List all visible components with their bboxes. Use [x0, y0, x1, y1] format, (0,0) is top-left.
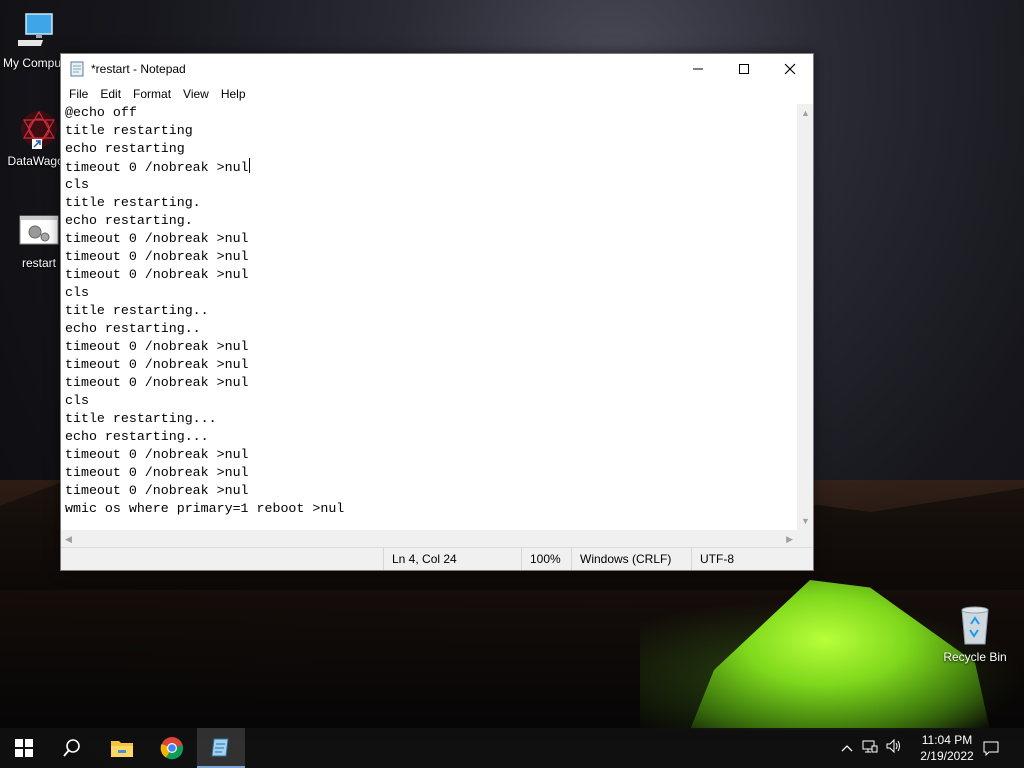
show-hidden-icons-icon[interactable] — [836, 739, 858, 757]
taskbar-file-explorer[interactable] — [98, 728, 146, 768]
code-line: echo restarting — [65, 141, 185, 156]
code-line: title restarting.. — [65, 303, 209, 318]
status-line-ending: Windows (CRLF) — [571, 548, 690, 570]
system-tray — [836, 728, 906, 768]
close-button[interactable] — [767, 54, 813, 84]
code-line: timeout 0 /nobreak >nul — [65, 339, 249, 354]
network-icon[interactable] — [858, 739, 882, 758]
menu-file[interactable]: File — [63, 87, 94, 101]
code-line: title restarting... — [65, 411, 217, 426]
menu-help[interactable]: Help — [215, 87, 252, 101]
text-caret — [248, 158, 250, 173]
code-line: timeout 0 /nobreak >nul — [65, 357, 249, 372]
close-icon — [784, 63, 796, 75]
code-line: timeout 0 /nobreak >nul — [65, 267, 249, 282]
notepad-icon — [69, 61, 85, 77]
code-line: cls — [65, 177, 89, 192]
desktop-icon-label: Recycle Bin — [943, 650, 1007, 664]
windows-start-icon — [15, 739, 33, 757]
menu-edit[interactable]: Edit — [94, 87, 127, 101]
horizontal-scrollbar[interactable]: ◀ ▶ — [61, 530, 797, 548]
status-bar: Ln 4, Col 24 100% Windows (CRLF) UTF-8 — [61, 547, 813, 570]
code-line: timeout 0 /nobreak >nul — [65, 465, 249, 480]
vertical-scrollbar[interactable]: ▲ ▼ — [797, 104, 813, 530]
code-line: @echo off — [65, 105, 137, 120]
scroll-left-arrow-icon[interactable]: ◀ — [65, 534, 72, 545]
maximize-button[interactable] — [721, 54, 767, 84]
code-line: echo restarting. — [65, 213, 193, 228]
minimize-icon — [693, 68, 703, 70]
menu-bar: File Edit Format View Help — [61, 84, 813, 104]
action-center-icon — [983, 741, 999, 756]
menu-view[interactable]: View — [177, 87, 215, 101]
start-button[interactable] — [0, 728, 48, 768]
datawagon-icon — [18, 108, 60, 150]
computer-icon — [14, 10, 60, 52]
scroll-right-arrow-icon[interactable]: ▶ — [786, 534, 793, 545]
code-line: echo restarting... — [65, 429, 209, 444]
status-encoding: UTF-8 — [691, 548, 810, 570]
text-editor[interactable]: @echo off title restarting echo restarti… — [61, 104, 797, 530]
desktop-icon-recycle-bin[interactable]: Recycle Bin — [936, 604, 1014, 664]
menu-format[interactable]: Format — [127, 87, 177, 101]
code-line: wmic os where primary=1 reboot >nul — [65, 501, 345, 516]
taskbar-notepad[interactable] — [197, 728, 245, 768]
notepad-icon — [211, 738, 229, 757]
chrome-icon — [160, 737, 184, 760]
minimize-button[interactable] — [675, 54, 721, 84]
code-line: timeout 0 /nobreak >nul — [65, 483, 249, 498]
code-line: timeout 0 /nobreak >nul — [65, 249, 249, 264]
scroll-down-arrow-icon[interactable]: ▼ — [801, 516, 810, 526]
window-title: *restart - Notepad — [91, 62, 186, 76]
status-zoom: 100% — [521, 548, 570, 570]
code-line: title restarting — [65, 123, 193, 138]
code-line: title restarting. — [65, 195, 201, 210]
search-icon — [63, 739, 80, 757]
title-bar[interactable]: *restart - Notepad — [61, 54, 813, 84]
notepad-window[interactable]: *restart - Notepad File Edit Format View… — [60, 53, 814, 571]
code-line-with-caret: timeout 0 /nobreak >nul — [65, 158, 797, 176]
code-line: timeout 0 /nobreak >nul — [65, 375, 249, 390]
file-explorer-icon — [111, 741, 133, 757]
recycle-bin-icon — [954, 604, 996, 646]
notifications-button[interactable] — [968, 728, 1014, 768]
code-line: cls — [65, 285, 89, 300]
search-button[interactable] — [48, 728, 96, 768]
taskbar: 11:04 PM 2/19/2022 — [0, 728, 1024, 768]
code-line-text: timeout 0 /nobreak >nul — [65, 160, 249, 175]
code-line: echo restarting.. — [65, 321, 201, 336]
code-line: timeout 0 /nobreak >nul — [65, 447, 249, 462]
scroll-up-arrow-icon[interactable]: ▲ — [801, 108, 810, 118]
volume-icon[interactable] — [882, 738, 906, 758]
batch-file-icon — [18, 210, 60, 252]
code-line: cls — [65, 393, 89, 408]
taskbar-chrome[interactable] — [148, 728, 196, 768]
status-line-col: Ln 4, Col 24 — [383, 548, 522, 570]
scrollbar-corner — [797, 530, 813, 548]
maximize-icon — [739, 64, 749, 74]
code-line: timeout 0 /nobreak >nul — [65, 231, 249, 246]
